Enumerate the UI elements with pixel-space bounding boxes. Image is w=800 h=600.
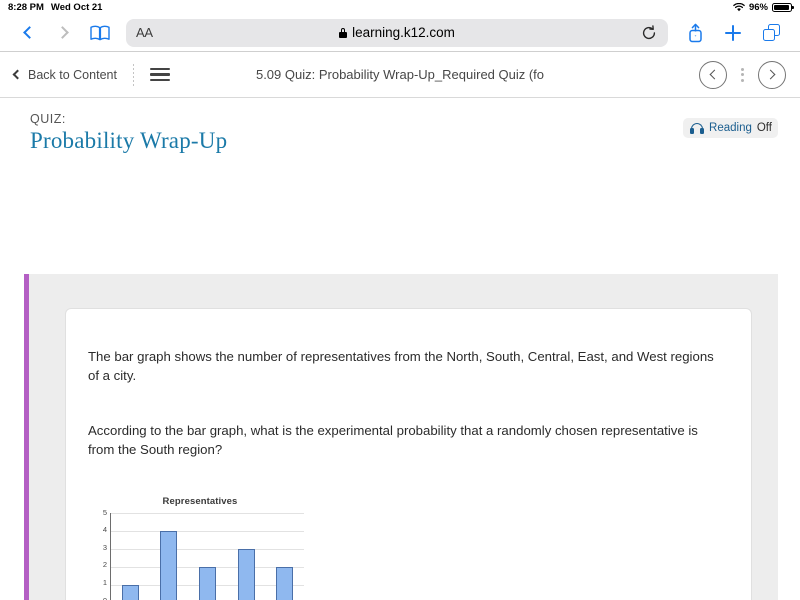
reading-label: Reading bbox=[709, 122, 752, 134]
y-tick: 4 bbox=[102, 525, 107, 535]
ios-status-bar: 8:28 PM Wed Oct 21 96% bbox=[0, 0, 800, 14]
bar-central bbox=[198, 567, 216, 600]
back-to-content-label: Back to Content bbox=[28, 67, 117, 82]
chart-title: Representatives bbox=[162, 495, 238, 507]
safari-toolbar: AA learning.k12.com bbox=[0, 14, 800, 52]
bar-south bbox=[160, 530, 178, 600]
chart-y-axis: 5 4 3 2 1 0 bbox=[96, 507, 110, 600]
battery-icon bbox=[772, 2, 794, 12]
question-prompt: According to the bar graph, what is the … bbox=[88, 423, 698, 458]
reading-toggle[interactable]: Reading Off bbox=[683, 118, 778, 138]
y-tick: 3 bbox=[102, 542, 107, 552]
content-area: The bar graph shows the number of repres… bbox=[24, 274, 778, 600]
headphone-icon bbox=[690, 122, 705, 134]
browser-forward-button[interactable] bbox=[46, 17, 82, 49]
new-tab-button[interactable] bbox=[714, 17, 752, 49]
book-icon[interactable] bbox=[82, 17, 118, 49]
bar-north bbox=[121, 585, 139, 600]
page-title: 5.09 Quiz: Probability Wrap-Up_Required … bbox=[255, 67, 545, 82]
browser-back-button[interactable] bbox=[10, 17, 46, 49]
chart-plot-area bbox=[110, 512, 304, 600]
address-bar[interactable]: AA learning.k12.com bbox=[126, 18, 668, 47]
previous-page-button[interactable] bbox=[699, 60, 727, 89]
bar-west bbox=[276, 567, 294, 600]
question-card: The bar graph shows the number of repres… bbox=[65, 308, 752, 600]
quiz-page: QUIZ: Probability Wrap-Up Reading Off Th… bbox=[0, 98, 800, 600]
y-tick: 1 bbox=[102, 577, 107, 587]
quiz-header: QUIZ: Probability Wrap-Up bbox=[0, 98, 800, 154]
status-date: Wed Oct 21 bbox=[50, 1, 103, 13]
vertical-dots-icon[interactable] bbox=[741, 67, 744, 82]
tabs-overview-icon[interactable] bbox=[752, 17, 790, 49]
bar-east bbox=[237, 548, 255, 600]
chevron-left-icon bbox=[12, 69, 23, 80]
wifi-icon bbox=[733, 2, 745, 12]
toolbar-divider bbox=[132, 63, 134, 86]
reload-icon[interactable] bbox=[640, 24, 658, 42]
y-tick: 5 bbox=[102, 507, 107, 517]
text-size-button[interactable]: AA bbox=[136, 25, 153, 40]
url-text: learning.k12.com bbox=[352, 25, 455, 40]
reading-state: Off bbox=[756, 122, 772, 134]
bar-chart: Representatives 5 4 3 2 1 0 bbox=[96, 496, 304, 600]
y-tick: 2 bbox=[102, 560, 107, 570]
y-tick: 0 bbox=[103, 596, 107, 600]
app-toolbar: Back to Content 5.09 Quiz: Probability W… bbox=[0, 52, 800, 98]
next-page-button[interactable] bbox=[758, 60, 786, 89]
status-time: 8:28 PM bbox=[8, 1, 44, 13]
question-intro: The bar graph shows the number of repres… bbox=[88, 349, 714, 384]
share-icon[interactable] bbox=[676, 17, 714, 49]
back-to-content-button[interactable]: Back to Content bbox=[12, 67, 117, 82]
lock-icon bbox=[339, 27, 348, 38]
hamburger-menu-icon[interactable] bbox=[149, 67, 170, 82]
chart-bars bbox=[111, 513, 304, 600]
battery-percent: 96% bbox=[748, 1, 768, 13]
